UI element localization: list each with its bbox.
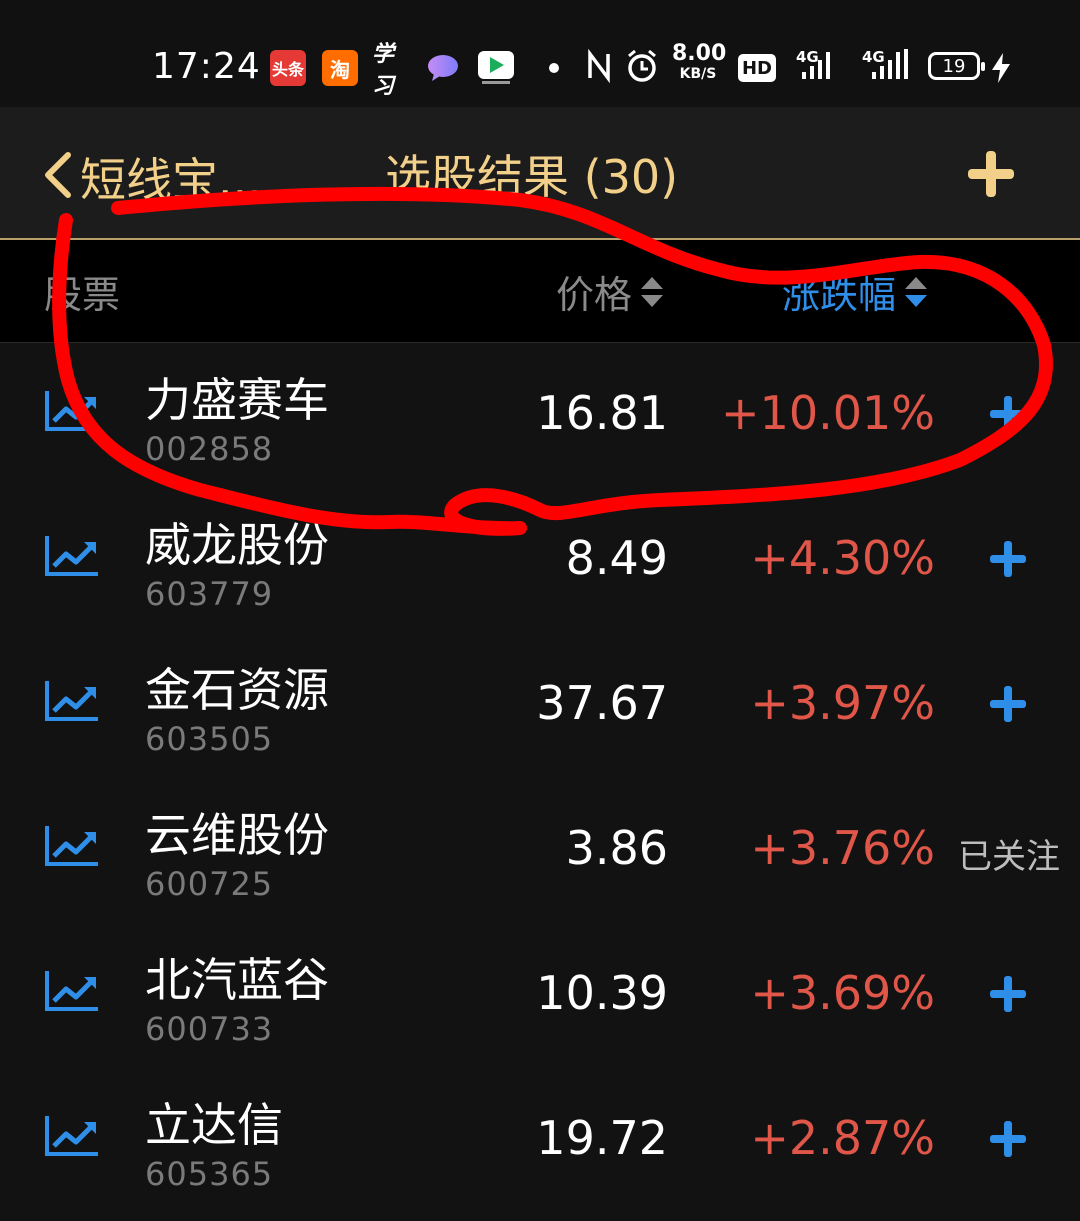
stock-code: 002858 — [145, 430, 274, 468]
follow-button[interactable] — [986, 392, 1030, 436]
table-row[interactable]: 威龙股份 603779 8.49 +4.30% — [0, 487, 1080, 632]
stock-change: +3.97% — [750, 676, 935, 730]
status-bar: 17:24 头条 淘 学习 8.00 KB/S HD 4G 4G 19 — [0, 0, 1080, 107]
back-button[interactable]: 短线宝... — [40, 145, 262, 209]
plus-icon — [990, 976, 1026, 1012]
stock-change: +10.01% — [721, 386, 935, 440]
column-header-change[interactable]: 涨跌幅 — [782, 264, 928, 319]
stock-price: 3.86 — [565, 821, 668, 875]
plus-icon — [968, 151, 1014, 197]
stock-price: 19.72 — [536, 1111, 668, 1165]
stock-code: 603779 — [145, 575, 274, 613]
column-header-price-label: 价格 — [556, 273, 633, 317]
stock-change: +3.76% — [750, 821, 935, 875]
follow-button[interactable] — [986, 1117, 1030, 1161]
sort-icon — [640, 274, 664, 310]
stock-code: 605365 — [145, 1155, 274, 1193]
nfc-icon — [586, 48, 612, 88]
stock-name: 威龙股份 — [145, 518, 329, 572]
page-title: 选股结果 (30) — [385, 150, 679, 204]
stock-code: 600725 — [145, 865, 274, 903]
stock-name: 立达信 — [145, 1098, 283, 1152]
column-header-change-label: 涨跌幅 — [782, 273, 897, 317]
chat-bubble-icon — [426, 50, 460, 86]
table-row[interactable]: 北汽蓝谷 600733 10.39 +3.69% — [0, 922, 1080, 1067]
stock-name: 云维股份 — [145, 808, 329, 862]
trend-chart-icon[interactable] — [44, 969, 100, 1013]
table-row[interactable]: 立达信 605365 19.72 +2.87% — [0, 1067, 1080, 1212]
column-header-price[interactable]: 价格 — [556, 264, 664, 319]
plus-icon — [990, 541, 1026, 577]
back-label: 短线宝... — [80, 153, 262, 207]
signal-2: 4G — [862, 48, 908, 79]
column-header-stock: 股票 — [44, 264, 120, 319]
notification-dot — [549, 63, 559, 73]
add-button[interactable] — [962, 145, 1020, 203]
follow-button[interactable] — [986, 537, 1030, 581]
stock-price: 37.67 — [536, 676, 668, 730]
status-time: 17:24 — [152, 46, 261, 87]
stock-change: +2.87% — [750, 1111, 935, 1165]
stock-price: 16.81 — [536, 386, 668, 440]
hd-badge: HD — [738, 54, 776, 82]
stock-name: 力盛赛车 — [145, 373, 329, 427]
stock-change: +3.69% — [750, 966, 935, 1020]
toutiao-icon: 头条 — [270, 50, 306, 86]
signal-1: 4G — [796, 48, 830, 79]
taobao-icon: 淘 — [322, 50, 358, 86]
signal-bars-icon — [872, 49, 908, 79]
alarm-icon — [626, 48, 658, 88]
signal-bars-icon — [802, 52, 830, 79]
stock-name: 金石资源 — [145, 663, 329, 717]
page: 17:24 头条 淘 学习 8.00 KB/S HD 4G 4G 19 短线宝.… — [0, 0, 1080, 1221]
stock-price: 8.49 — [565, 531, 668, 585]
sort-desc-icon — [904, 274, 928, 310]
net-speed-value: 8.00 — [672, 41, 727, 66]
battery-indicator: 19 — [928, 52, 985, 80]
stock-code: 600733 — [145, 1010, 274, 1048]
table-row[interactable]: 力盛赛车 002858 16.81 +10.01% — [0, 342, 1080, 487]
trend-chart-icon[interactable] — [44, 534, 100, 578]
table-row[interactable]: 金石资源 603505 37.67 +3.97% — [0, 632, 1080, 777]
stock-price: 10.39 — [536, 966, 668, 1020]
plus-icon — [990, 686, 1026, 722]
table-header: 股票 价格 涨跌幅 — [0, 240, 1080, 343]
stock-code: 603505 — [145, 720, 274, 758]
stock-name: 北汽蓝谷 — [145, 953, 329, 1007]
plus-icon — [990, 396, 1026, 432]
trend-chart-icon[interactable] — [44, 1114, 100, 1158]
follow-button[interactable] — [986, 682, 1030, 726]
plus-icon — [990, 1121, 1026, 1157]
follow-button[interactable] — [986, 972, 1030, 1016]
followed-label[interactable]: 已关注 — [958, 829, 1060, 878]
video-app-icon — [476, 50, 516, 86]
trend-chart-icon[interactable] — [44, 679, 100, 723]
charging-icon — [990, 52, 1012, 88]
stock-change: +4.30% — [750, 531, 935, 585]
trend-chart-icon[interactable] — [44, 824, 100, 868]
net-speed: 8.00 KB/S — [672, 41, 727, 84]
xuexi-icon: 学习 — [372, 41, 395, 99]
back-chevron-icon — [40, 149, 74, 205]
trend-chart-icon[interactable] — [44, 389, 100, 433]
net-speed-unit: KB/S — [679, 66, 717, 82]
column-header-stock-label: 股票 — [44, 273, 121, 317]
table-row[interactable]: 云维股份 600725 3.86 +3.76% 已关注 — [0, 777, 1080, 922]
